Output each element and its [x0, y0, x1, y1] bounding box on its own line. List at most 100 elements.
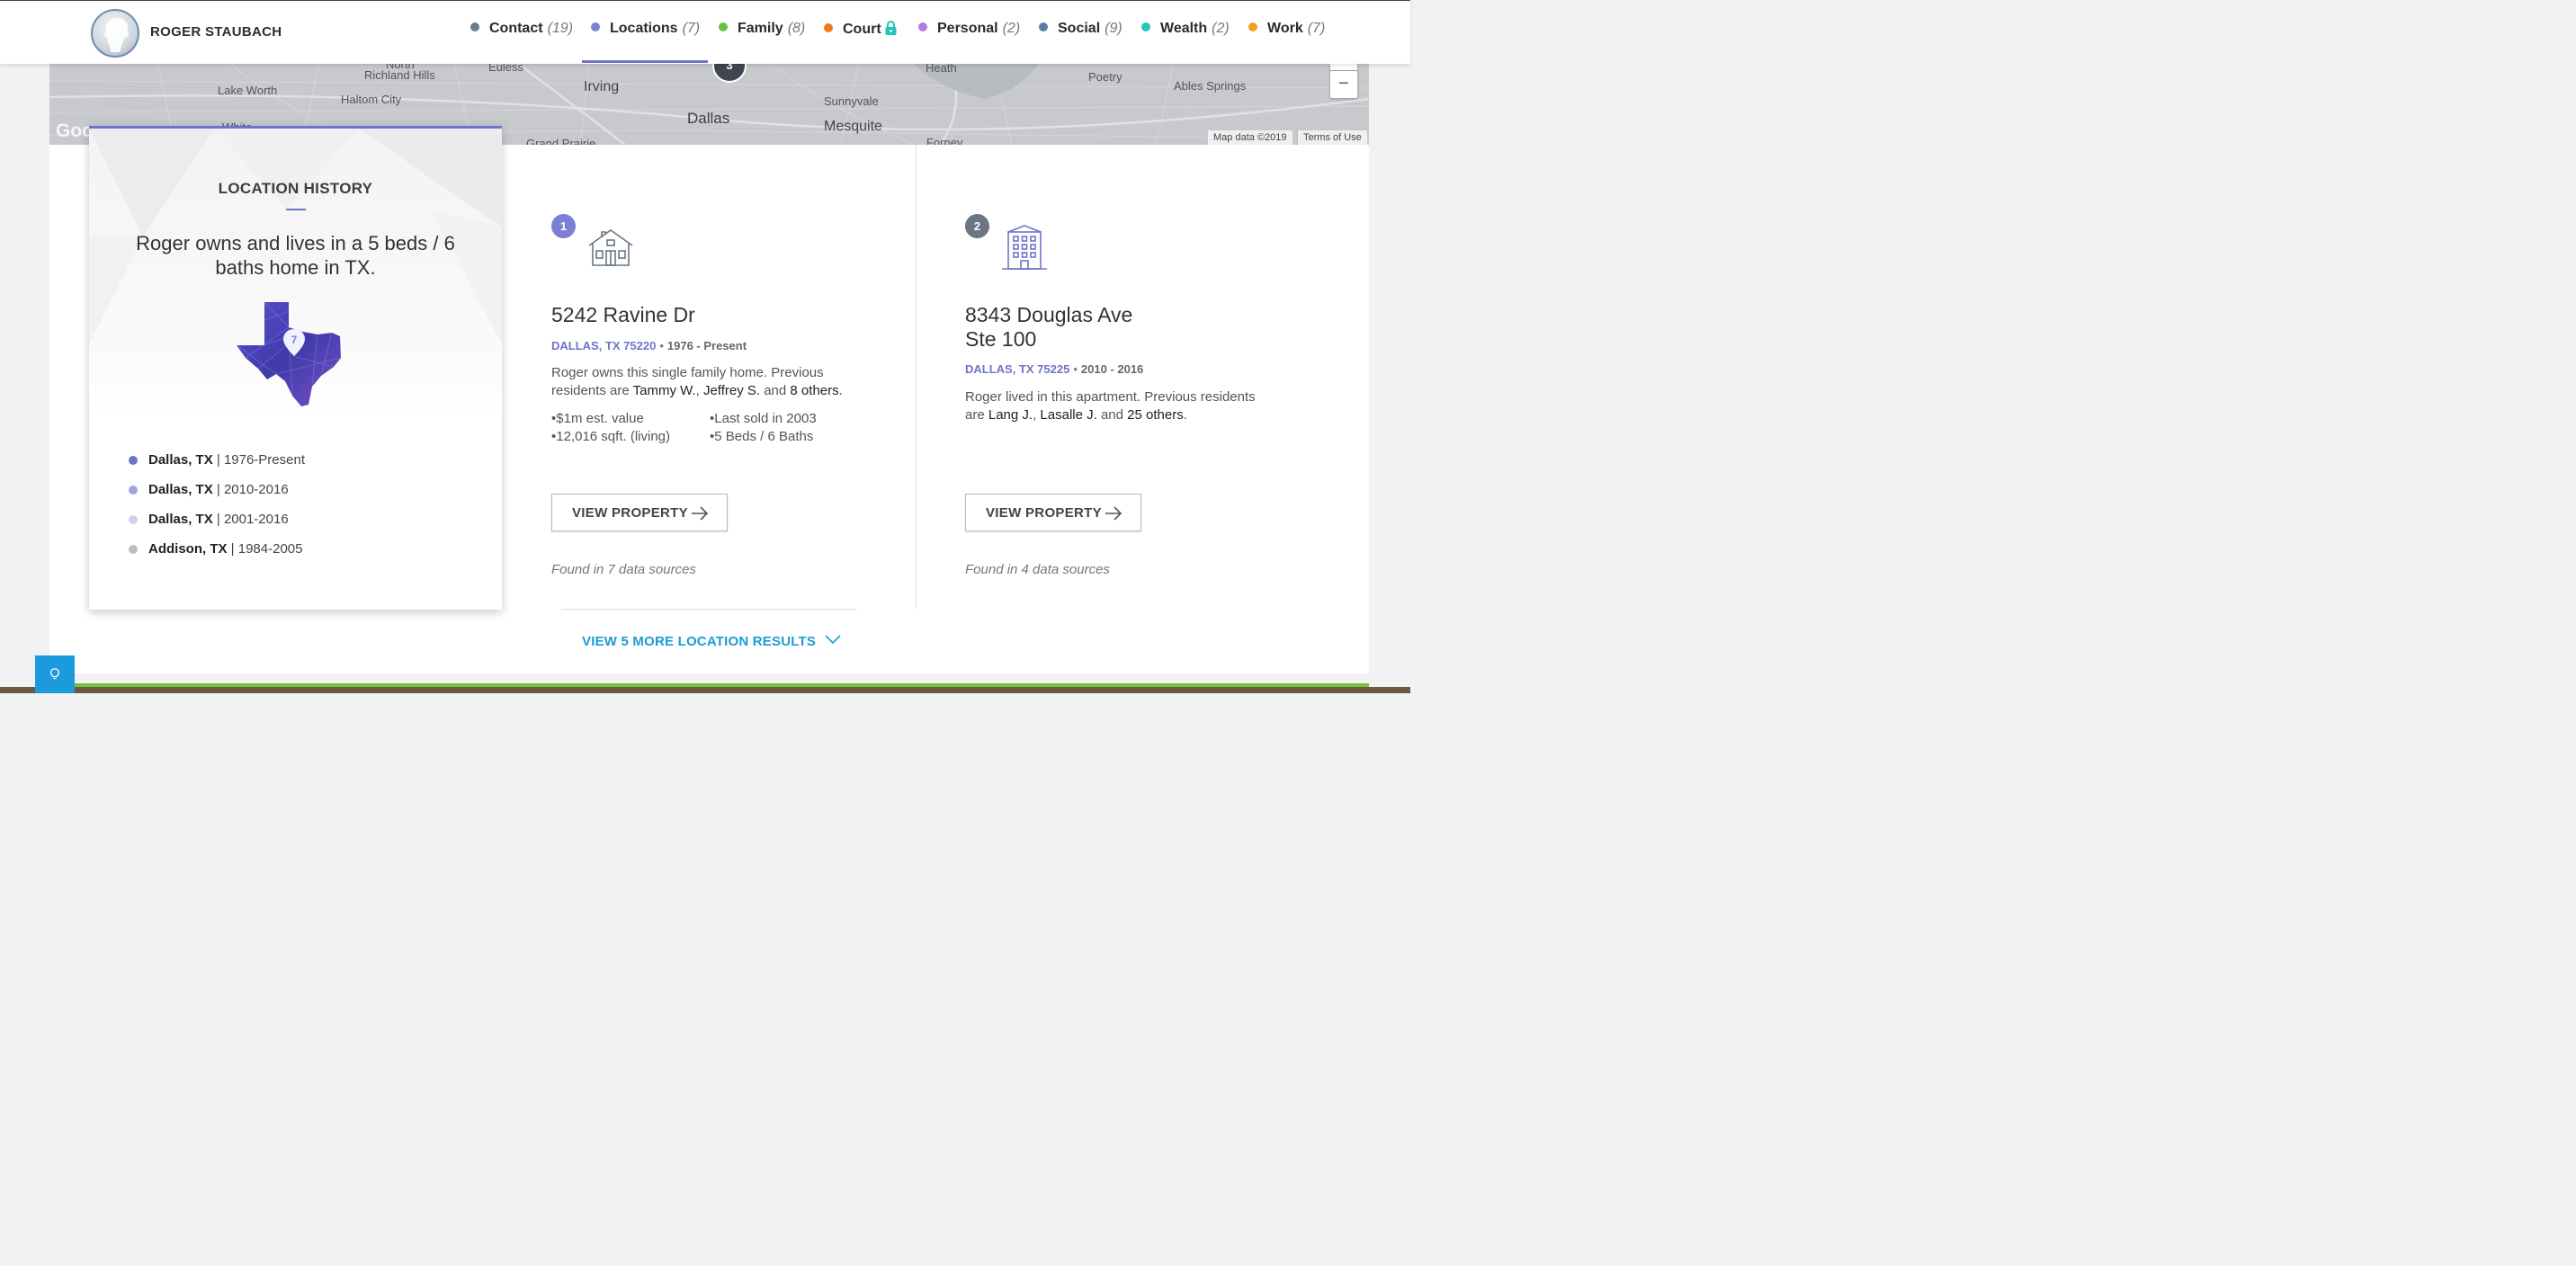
list-item[interactable]: Addison, TX | 1984-2005	[129, 541, 305, 571]
history-years: 1984-2005	[237, 541, 303, 557]
avatar[interactable]	[91, 9, 139, 58]
property-address[interactable]: 5242 Ravine Dr	[551, 303, 695, 327]
map-label: Grand Prairie	[526, 137, 596, 145]
tab-count: (8)	[787, 21, 806, 36]
tab-count: (7)	[1307, 21, 1326, 36]
map-label: Heath	[926, 63, 957, 75]
map-attribution: Map data ©2019	[1208, 130, 1292, 145]
tab-label: Family	[738, 21, 783, 36]
bullet-icon	[129, 515, 138, 524]
list-item[interactable]: Dallas, TX | 1976-Present	[129, 452, 305, 482]
fact-text: $1m est. value	[556, 411, 644, 426]
tab-personal[interactable]: Personal (2)	[918, 21, 1020, 40]
resident-name: Jeffrey S.	[702, 383, 761, 398]
family-dot-icon	[719, 22, 728, 31]
others-count: 25 others	[1127, 407, 1184, 423]
state-pin-count: 7	[291, 334, 298, 346]
tab-count: (2)	[1212, 21, 1230, 36]
google-logo: Goo	[56, 120, 94, 141]
tab-court[interactable]: Court	[824, 21, 897, 40]
history-city: Addison, TX	[148, 541, 228, 557]
fact-text: Last sold in 2003	[714, 411, 817, 426]
tab-label: Contact	[489, 21, 543, 36]
apartment-building-icon	[1002, 225, 1047, 270]
map-label: Haltom City	[341, 93, 402, 106]
tab-label: Locations	[610, 21, 678, 36]
property-number-badge: 2	[965, 214, 989, 238]
tab-contact[interactable]: Contact (19)	[470, 21, 573, 40]
card-divider	[916, 145, 917, 609]
tab-social[interactable]: Social (9)	[1039, 21, 1123, 40]
resident-name: Tammy W.	[632, 383, 696, 398]
property-number-badge: 1	[551, 214, 576, 238]
address-line-1: 8343 Douglas Ave	[965, 303, 1133, 326]
list-item[interactable]: Dallas, TX | 2010-2016	[129, 482, 305, 512]
history-city: Dallas, TX	[148, 452, 213, 468]
background-strip	[0, 687, 1410, 693]
view-property-button[interactable]: VIEW PROPERTY	[551, 494, 728, 531]
lightbulb-icon	[50, 668, 59, 680]
map-label: Ables Springs	[1174, 79, 1247, 93]
map-label: Poetry	[1088, 70, 1123, 84]
chevron-down-icon	[825, 635, 841, 645]
tab-family[interactable]: Family (8)	[719, 21, 805, 40]
tab-count: (19)	[547, 21, 574, 36]
title-rule	[286, 209, 306, 210]
more-link-label: VIEW 5 MORE LOCATION RESULTS	[582, 634, 817, 649]
map-label: Richland Hills	[364, 68, 435, 82]
data-sources-note: Found in 4 data sources	[965, 562, 1110, 577]
fact-text: 5 Beds / 6 Baths	[714, 429, 814, 444]
map-label: Irving	[584, 79, 620, 94]
zoom-out-button[interactable]: −	[1330, 71, 1357, 98]
others-count: 8 others	[790, 383, 839, 398]
location-history-card: LOCATION HISTORY Roger owns and lives in…	[89, 126, 502, 610]
property-description: Roger lived in this apartment. Previous …	[965, 389, 1256, 423]
results-divider	[561, 609, 857, 610]
list-item[interactable]: Dallas, TX | 2001-2016	[129, 512, 305, 541]
map-label: Lake Worth	[218, 84, 278, 97]
fact-item: • 12,016 sqft. (living)	[551, 429, 670, 444]
data-sources-note: Found in 7 data sources	[551, 562, 696, 577]
bullet-icon	[129, 486, 138, 495]
tab-label: Work	[1267, 21, 1303, 36]
map-label: Mesquite	[824, 119, 882, 134]
fact-item: • Last sold in 2003	[710, 411, 817, 426]
property-address[interactable]: 8343 Douglas Ave Ste 100	[965, 303, 1132, 352]
property-years: 2010 - 2016	[1080, 362, 1144, 376]
arrow-right-icon	[692, 506, 709, 521]
tab-locations[interactable]: Locations (7)	[591, 21, 700, 40]
tab-wealth[interactable]: Wealth (2)	[1141, 21, 1230, 40]
property-city: DALLAS, TX 75225	[965, 362, 1070, 376]
tab-label: Court	[843, 22, 881, 37]
map-label: Sunnyvale	[824, 94, 879, 108]
resident-name: Lasalle J.	[1040, 407, 1097, 423]
house-icon	[588, 229, 633, 266]
view-property-button[interactable]: VIEW PROPERTY	[965, 494, 1141, 531]
person-name: ROGER STAUBACH	[150, 24, 282, 40]
active-tab-indicator	[582, 60, 708, 63]
property-years: 1976 - Present	[666, 339, 747, 352]
zoom-in-button[interactable]	[1330, 63, 1357, 70]
history-years: 2001-2016	[223, 512, 289, 527]
bullet-icon	[129, 456, 138, 465]
view-more-locations-link[interactable]: VIEW 5 MORE LOCATION RESULTS	[582, 634, 841, 649]
help-button[interactable]	[35, 655, 75, 693]
map-label: Euless	[488, 63, 524, 74]
button-label: VIEW PROPERTY	[572, 505, 688, 521]
locations-dot-icon	[591, 22, 600, 31]
history-years: 1976-Present	[223, 452, 305, 468]
map-terms-link[interactable]: Terms of Use	[1297, 130, 1367, 145]
history-years: 2010-2016	[223, 482, 289, 497]
tab-work[interactable]: Work (7)	[1248, 21, 1325, 40]
tab-count: (9)	[1105, 21, 1123, 36]
address-line-2: Ste 100	[965, 327, 1037, 351]
location-history-title: LOCATION HISTORY	[218, 180, 373, 197]
lock-icon	[885, 21, 897, 35]
texas-map-icon: 7	[237, 302, 342, 406]
work-dot-icon	[1248, 22, 1257, 31]
resident-name: Lang J.	[988, 407, 1033, 423]
map-label: Forney	[926, 136, 963, 145]
property-description: Roger owns this single family home. Prev…	[551, 365, 843, 398]
top-header: ROGER STAUBACH Contact (19) Locations (7) …	[0, 0, 1410, 64]
wealth-dot-icon	[1141, 22, 1150, 31]
